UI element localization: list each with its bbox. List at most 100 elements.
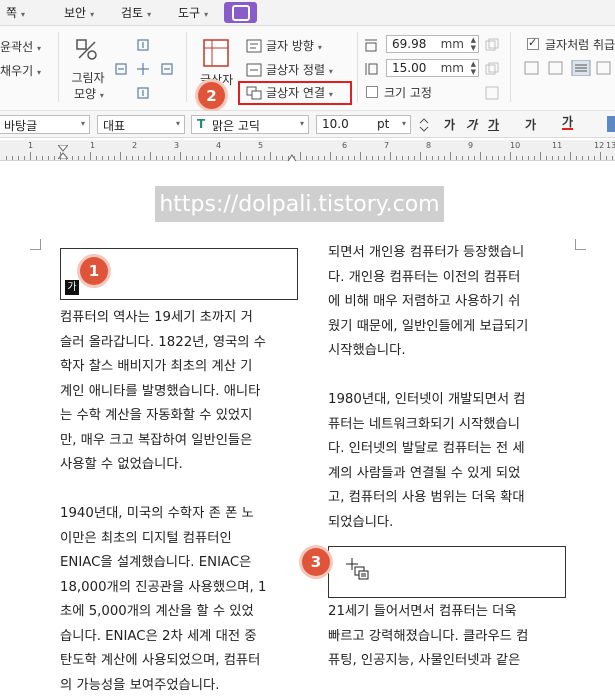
- ruler: 112345678910111213: [0, 140, 615, 161]
- ruler-number: 2: [132, 141, 137, 150]
- menu-tools[interactable]: 도구▾: [178, 4, 208, 21]
- treat-as-char-checkbox[interactable]: [527, 38, 539, 50]
- ruler-tick: [480, 152, 481, 160]
- ruler-tick: [510, 152, 511, 160]
- ruler-tick: [306, 156, 307, 160]
- menu-bar: 쪽▾ 보안▾ 검토▾ 도구▾: [0, 0, 615, 26]
- width-lock-icon[interactable]: [485, 37, 499, 51]
- bold-button[interactable]: 가: [444, 116, 455, 133]
- height-input[interactable]: 15.00mm▲▼: [386, 59, 479, 77]
- ruler-tick: [192, 156, 193, 160]
- ruler-tick: [96, 156, 97, 160]
- ruler-tick: [456, 156, 457, 160]
- ruler-number: 13: [606, 141, 615, 150]
- ruler-tick: [390, 152, 391, 160]
- align-icons-group: [114, 36, 178, 102]
- watermark: https://dolpali.tistory.com: [155, 186, 444, 222]
- text-line: 되면서 개인용 컴퓨터가 등장했습니: [328, 241, 568, 266]
- wrap-icons-group: [524, 60, 615, 76]
- ruler-tick: [282, 156, 283, 160]
- size-fix-icon[interactable]: [485, 85, 499, 99]
- text-line: 1940년대, 미국의 수학자 존 폰 노: [60, 502, 300, 527]
- ruler-tick: [564, 156, 565, 160]
- menu-security[interactable]: 보안▾: [64, 4, 94, 21]
- ruler-tick: [468, 156, 469, 160]
- text-line: 21세기 들어서면서 컴퓨터는 더욱: [328, 600, 568, 625]
- crop-mark: [30, 239, 41, 250]
- italic-button[interactable]: 가: [466, 116, 477, 133]
- crop-mark: [575, 239, 586, 250]
- textbox-2[interactable]: [328, 546, 566, 598]
- font-size-dropdown[interactable]: 10.0pt▾: [316, 115, 411, 134]
- height-lock-icon[interactable]: [485, 61, 499, 75]
- ruler-tick: [216, 156, 217, 160]
- width-input[interactable]: 69.98mm▲▼: [386, 35, 479, 53]
- fill-button[interactable]: 채우기 ▾: [0, 62, 41, 79]
- font-dropdown[interactable]: T 맑은 고딕▾: [191, 115, 309, 134]
- ruler-number: 12: [594, 141, 604, 150]
- underline-button[interactable]: 가: [488, 116, 499, 133]
- ruler-tick: [450, 152, 451, 160]
- text-line: 다. 인터넷의 발달로 컴퓨터는 전 세: [328, 437, 568, 462]
- ruler-tick: [558, 156, 559, 160]
- font-type-icon: T: [197, 117, 205, 131]
- ruler-tick: [420, 152, 421, 160]
- more-format-icon[interactable]: [607, 116, 615, 132]
- text-direction-button[interactable]: 글자 방향 ▾: [266, 37, 322, 54]
- ribbon: 윤곽선 ▾ 채우기 ▾ 그림자 모양 ▾ 글상자 글자 방향 ▾ 글상자 정렬 …: [0, 26, 615, 111]
- ruler-tick: [486, 156, 487, 160]
- text-line: 에 비해 매우 저렴하고 사용하기 쉬: [328, 290, 568, 315]
- text-line: 초에 5,000개의 계산을 할 수 있었: [60, 600, 300, 625]
- size-step-icon[interactable]: [417, 117, 431, 131]
- ruler-tick: [336, 156, 337, 160]
- ruler-tick: [168, 156, 169, 160]
- ruler-tick: [426, 156, 427, 160]
- shape-tab-icon: [232, 5, 250, 21]
- ruler-tick: [432, 156, 433, 160]
- size-fix-checkbox[interactable]: [366, 86, 378, 98]
- textbox-align-button[interactable]: 글상자 정렬 ▾: [266, 61, 333, 78]
- ruler-tick: [162, 156, 163, 160]
- ruler-tick: [60, 152, 61, 160]
- menu-review[interactable]: 검토▾: [121, 4, 151, 21]
- outline-button[interactable]: 윤곽선 ▾: [0, 38, 41, 55]
- font-color-button[interactable]: 가: [562, 116, 573, 130]
- language-dropdown[interactable]: 대표▾: [97, 115, 185, 134]
- ribbon-divider: [510, 32, 511, 102]
- ruler-tick: [588, 156, 589, 160]
- text-line: 웠기 때문에, 일반인들에게 보급되기: [328, 315, 568, 340]
- style-dropdown[interactable]: 바탕글▾: [0, 115, 90, 134]
- ruler-tick: [606, 156, 607, 160]
- ruler-tick: [276, 156, 277, 160]
- ruler-tick: [402, 156, 403, 160]
- shadow-icon[interactable]: [75, 38, 99, 62]
- text-line: 퓨터는 네트워크화되기 시작했습니: [328, 413, 568, 438]
- right-column-top: 되면서 개인용 컴퓨터가 등장했습니다. 개인용 컴퓨터는 이전의 컴퓨터에 비…: [328, 241, 568, 535]
- ruler-tick: [264, 156, 265, 160]
- ruler-tick: [156, 156, 157, 160]
- shape-context-tab[interactable]: [224, 2, 257, 23]
- ribbon-divider: [357, 32, 358, 102]
- height-icon: [364, 61, 378, 75]
- text-line: 학자 찰스 배비지가 최초의 계산 기: [60, 355, 300, 380]
- link-cursor-icon: [345, 557, 371, 583]
- text-line: 퓨팅, 인공지능, 사물인터넷과 같은: [328, 649, 568, 674]
- shadow-label: 그림자: [68, 69, 108, 86]
- left-column: 컴퓨터의 역사는 19세기 초까지 거슬러 올라갑니다. 1822년, 영국의 …: [60, 306, 300, 698]
- ruler-number: 1: [28, 141, 33, 150]
- size-fix-label: 크기 고정: [384, 84, 432, 101]
- step-marker-1: 1: [80, 257, 108, 285]
- strike-button[interactable]: 가: [525, 116, 536, 133]
- ruler-tick: [36, 156, 37, 160]
- ruler-tick: [108, 156, 109, 160]
- ruler-tick: [438, 156, 439, 160]
- menu-page[interactable]: 쪽▾: [6, 4, 25, 21]
- ruler-tick: [6, 156, 7, 160]
- textbox-icon[interactable]: [203, 39, 229, 67]
- ruler-number: 11: [552, 141, 562, 150]
- ruler-tick: [348, 156, 349, 160]
- textbox-link-button[interactable]: 글상자 연결 ▾: [266, 84, 333, 101]
- ruler-tick: [516, 156, 517, 160]
- textbox-1-char: 가: [65, 280, 79, 295]
- ruler-tick: [252, 156, 253, 160]
